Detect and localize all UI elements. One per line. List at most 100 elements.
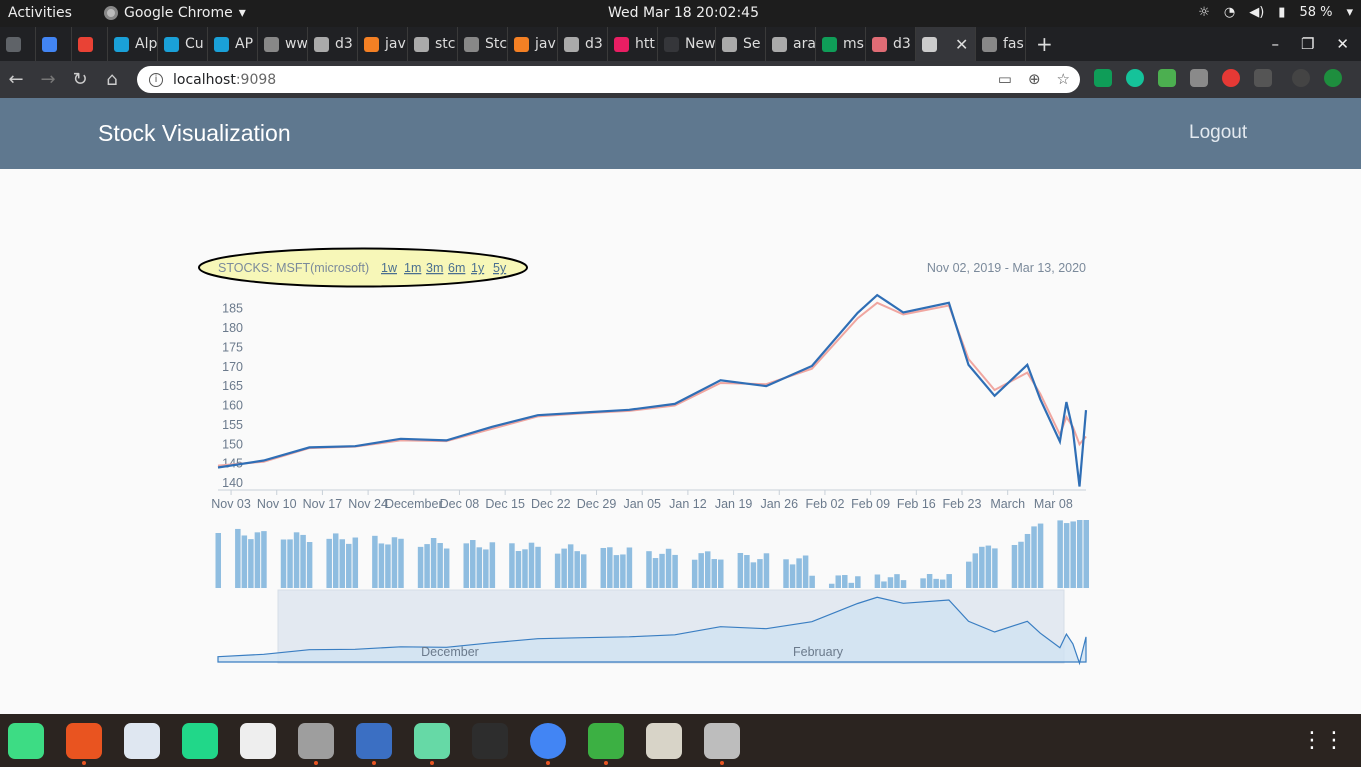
- browser-tab[interactable]: [0, 27, 36, 61]
- range-link-6m[interactable]: 6m: [448, 261, 465, 275]
- file-manager-icon[interactable]: [356, 722, 392, 765]
- libreoffice-writer-icon[interactable]: [124, 722, 160, 759]
- range-link-1w[interactable]: 1w: [381, 261, 398, 275]
- app-menu[interactable]: Google Chrome ▾: [104, 5, 246, 21]
- files-icon[interactable]: [646, 722, 682, 759]
- browser-tab[interactable]: d3: [308, 27, 358, 61]
- extension-icon[interactable]: [1094, 69, 1112, 87]
- update-icon[interactable]: [1324, 69, 1342, 87]
- browser-tab[interactable]: ww: [258, 27, 308, 61]
- android-studio-icon[interactable]: [8, 722, 44, 759]
- range-link-1m[interactable]: 1m: [404, 261, 421, 275]
- show-applications-icon[interactable]: ⋮⋮: [1301, 728, 1345, 753]
- browser-tab[interactable]: ara: [766, 27, 816, 61]
- pycharm-icon[interactable]: [182, 722, 218, 759]
- browser-tab[interactable]: AP: [208, 27, 258, 61]
- new-tab-button[interactable]: +: [1036, 32, 1053, 56]
- browser-tab[interactable]: [72, 27, 108, 61]
- volume-bar: [430, 537, 437, 588]
- home-icon[interactable]: ⌂: [96, 69, 128, 90]
- volume-bar: [483, 549, 489, 588]
- browser-tab[interactable]: Alp: [108, 27, 158, 61]
- maximize-icon[interactable]: ❐: [1301, 35, 1314, 53]
- document-viewer-icon[interactable]: [240, 722, 276, 759]
- bookmark-star-icon[interactable]: ☆: [1057, 70, 1070, 88]
- address-bar[interactable]: i localhost:9098 ▭ ⊕ ☆: [137, 66, 1080, 93]
- volume-bar: [763, 553, 770, 588]
- system-tray[interactable]: ☼ ◔ ◀) ▮ 58 % ▾: [1198, 5, 1353, 20]
- browser-tab[interactable]: ✕: [916, 27, 976, 61]
- browser-tab[interactable]: d3: [866, 27, 916, 61]
- running-indicator: [430, 760, 434, 765]
- zoom-icon[interactable]: ⊕: [1028, 70, 1041, 88]
- forward-arrow-icon[interactable]: →: [32, 69, 64, 90]
- volume-bar: [476, 547, 483, 588]
- volume-bar: [600, 547, 607, 588]
- software-center-icon[interactable]: [66, 722, 102, 765]
- tab-label: d3: [585, 36, 603, 52]
- chevron-down-icon: ▾: [238, 5, 246, 21]
- navigator-month-label: February: [793, 645, 844, 659]
- series-line-price: [217, 293, 1088, 487]
- tab-favicon-icon: [564, 36, 579, 52]
- activities-button[interactable]: Activities: [8, 5, 72, 21]
- range-link-5y[interactable]: 5y: [493, 261, 507, 275]
- browser-tab[interactable]: New T: [658, 27, 716, 61]
- volume-bar: [985, 545, 992, 588]
- volume-bar: [489, 542, 496, 588]
- browser-tab[interactable]: jav: [358, 27, 408, 61]
- volume-bar: [966, 561, 972, 588]
- x-tick-label: Feb 23: [943, 497, 982, 511]
- bitlip-icon[interactable]: [1254, 69, 1272, 87]
- browser-tab[interactable]: stc: [408, 27, 458, 61]
- x-tick-label: Feb 02: [805, 497, 844, 511]
- volume-bar: [933, 578, 939, 588]
- volume-bar: [443, 548, 450, 588]
- profile-avatar[interactable]: [1292, 69, 1310, 87]
- download-icon[interactable]: [1158, 69, 1176, 87]
- logout-link[interactable]: Logout: [1189, 122, 1247, 144]
- reload-icon[interactable]: ↻: [64, 69, 96, 90]
- minimize-icon[interactable]: –: [1271, 35, 1279, 53]
- range-link-1y[interactable]: 1y: [471, 261, 485, 275]
- tab-favicon-icon: [872, 36, 887, 52]
- clock[interactable]: Wed Mar 18 20:02:45: [608, 5, 759, 21]
- browser-toolbar: ← → ↻ ⌂ i localhost:9098 ▭ ⊕ ☆: [0, 61, 1361, 98]
- x-tick-label: Mar 08: [1034, 497, 1073, 511]
- facebook-icon[interactable]: [1190, 69, 1208, 87]
- grammarly-icon[interactable]: [1126, 69, 1144, 87]
- volume-bar: [1083, 520, 1089, 588]
- stop-icon[interactable]: [1222, 69, 1240, 87]
- volume-bar: [574, 551, 580, 588]
- browser-tab[interactable]: ms: [816, 27, 866, 61]
- stock-chart[interactable]: STOCKS: MSFT(microsoft) 1w 1m 3m 6m 1y 5y Nov…: [0, 169, 1361, 714]
- browser-tab[interactable]: Stc: [458, 27, 508, 61]
- close-window-icon[interactable]: ✕: [1336, 35, 1349, 53]
- x-tick-label: Nov 24: [348, 497, 388, 511]
- browser-tab[interactable]: htt: [608, 27, 658, 61]
- browser-tab[interactable]: d3: [558, 27, 608, 61]
- libreoffice-calc-icon[interactable]: [588, 722, 624, 765]
- browser-tab[interactable]: Se: [716, 27, 766, 61]
- settings-icon[interactable]: [298, 722, 334, 765]
- app-brand[interactable]: Stock Visualization: [98, 120, 291, 147]
- info-icon[interactable]: i: [149, 72, 163, 87]
- browser-tab[interactable]: Cu: [158, 27, 208, 61]
- atom-icon[interactable]: [414, 722, 450, 765]
- chrome-icon[interactable]: [530, 722, 566, 765]
- volume-bar: [372, 535, 378, 588]
- cast-icon[interactable]: ▭: [998, 70, 1012, 88]
- range-link-3m[interactable]: 3m: [426, 261, 443, 275]
- browser-tab[interactable]: [36, 27, 72, 61]
- x-tick-label: Feb 09: [851, 497, 890, 511]
- terminal-icon[interactable]: [472, 722, 508, 759]
- back-arrow-icon[interactable]: ←: [0, 69, 32, 90]
- browser-tab[interactable]: fas: [976, 27, 1026, 61]
- disks-icon[interactable]: [704, 722, 740, 765]
- volume-bar: [783, 559, 789, 588]
- close-tab-icon[interactable]: ✕: [955, 35, 968, 54]
- tab-favicon-icon: [364, 36, 379, 52]
- browser-tab[interactable]: jav: [508, 27, 558, 61]
- tab-label: d3: [335, 36, 353, 52]
- volume-bar: [1057, 520, 1063, 588]
